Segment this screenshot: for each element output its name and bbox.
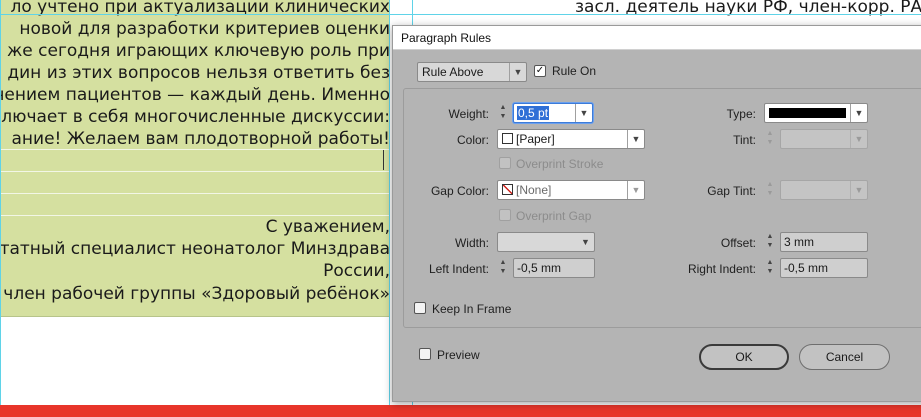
frame-edge <box>0 316 390 317</box>
body-text-line: ание! Желаем вам плодотворной работы! <box>11 129 390 149</box>
dialog-titlebar[interactable]: Paragraph Rules <box>393 26 921 50</box>
offset-value: 3 mm <box>784 235 814 249</box>
color-label: Color: <box>456 133 489 147</box>
body-text-line: ечением пациентов — каждый день. Именно <box>0 85 390 105</box>
paper-swatch-icon <box>502 133 513 144</box>
chevron-down-icon: ▼ <box>850 104 867 122</box>
none-swatch-icon <box>502 184 513 195</box>
guide-horizontal <box>0 14 921 15</box>
weight-input[interactable]: 0,5 pt ▼ <box>513 103 593 123</box>
tint-label: Tint: <box>733 133 756 147</box>
left-indent-input[interactable]: -0,5 mm <box>513 258 595 278</box>
gap-tint-stepper: ▲ ▼ ▼ <box>762 180 868 200</box>
stroke-type-select[interactable]: ▼ <box>764 103 868 123</box>
cancel-button[interactable]: Cancel <box>799 344 890 370</box>
width-label: Width: <box>454 236 489 250</box>
body-text-line: ключает в себя многочисленные дискуссии: <box>0 107 390 127</box>
solid-stroke-swatch <box>769 108 846 118</box>
width-select[interactable]: ▼ <box>497 232 595 252</box>
body-text-line: же сегодня играющих ключевую роль при <box>6 41 390 61</box>
stepper-arrows-icon[interactable]: ▲ ▼ <box>762 232 778 252</box>
chevron-down-icon: ▼ <box>850 130 867 148</box>
weight-value: 0,5 pt <box>517 106 550 120</box>
signature-line: член рабочей группы «Здоровый ребёнок» <box>3 284 390 304</box>
tint-input: ▼ <box>780 129 868 149</box>
color-select[interactable]: [Paper] ▼ <box>497 129 645 149</box>
chevron-down-icon: ▼ <box>581 237 590 247</box>
stepper-arrows-icon[interactable]: ▲ ▼ <box>495 103 511 123</box>
type-label: Type: <box>726 107 756 121</box>
gap-tint-input: ▼ <box>780 180 868 200</box>
guide-vertical <box>389 0 390 417</box>
weight-stepper[interactable]: ▲ ▼ 0,5 pt ▼ <box>495 103 595 123</box>
frame-rule <box>0 171 390 172</box>
stepper-arrows-icon[interactable]: ▲ ▼ <box>762 258 778 278</box>
body-text-line: ло учтено при актуализации клинических <box>10 0 391 17</box>
overprint-gap-label: Overprint Gap <box>516 209 592 223</box>
gap-color-value: [None] <box>516 183 552 197</box>
overprint-gap-checkbox <box>499 209 511 221</box>
offset-input[interactable]: 3 mm <box>780 232 868 252</box>
stepper-arrows-icon: ▲ ▼ <box>766 181 774 197</box>
right-indent-value: -0,5 mm <box>784 261 829 275</box>
stepper-arrows-icon: ▲ ▼ <box>766 130 774 146</box>
text-cursor <box>383 150 384 170</box>
left-indent-stepper[interactable]: ▲ ▼ -0,5 mm <box>495 258 597 278</box>
signature-line: штатный специалист неонатолог Минздрава <box>0 239 390 259</box>
chevron-down-icon: ▼ <box>850 181 867 199</box>
checkmark-icon: ✓ <box>535 65 545 76</box>
body-text-line: новой для разработки критериев оценки <box>19 19 390 39</box>
body-text-line: дин из этих вопросов нельзя ответить без <box>7 63 390 83</box>
guide-vertical <box>0 0 1 417</box>
preview-checkbox[interactable] <box>419 348 431 360</box>
chevron-down-icon: ▼ <box>627 130 644 148</box>
overprint-stroke-checkbox <box>499 157 511 169</box>
tint-stepper: ▲ ▼ ▼ <box>762 129 868 149</box>
rule-type-select[interactable]: Rule Above ▼ <box>417 62 527 82</box>
right-indent-stepper[interactable]: ▲ ▼ -0,5 mm <box>762 258 868 278</box>
left-indent-value: -0,5 mm <box>517 261 562 275</box>
right-indent-input[interactable]: -0,5 mm <box>780 258 868 278</box>
paragraph-rules-dialog[interactable]: Paragraph Rules Rule Above ▼ ✓ Rule On W… <box>392 25 921 402</box>
rule-type-value: Rule Above <box>422 65 484 79</box>
chevron-down-icon[interactable]: ▼ <box>575 104 592 122</box>
keep-in-frame-checkbox[interactable] <box>414 302 426 314</box>
page-bleed-bar <box>0 405 921 417</box>
gap-color-label: Gap Color: <box>430 184 489 198</box>
gap-tint-label: Gap Tint: <box>707 184 756 198</box>
rule-on-checkbox[interactable]: ✓ <box>534 65 546 77</box>
color-value: [Paper] <box>516 132 555 146</box>
gap-color-select[interactable]: [None] ▼ <box>497 180 645 200</box>
weight-label: Weight: <box>448 107 489 121</box>
frame-rule <box>0 193 390 194</box>
overprint-stroke-label: Overprint Stroke <box>516 157 604 171</box>
signature-line: С уважением, <box>265 217 390 237</box>
right-indent-label: Right Indent: <box>687 262 756 276</box>
signature-line: России, <box>323 261 390 281</box>
dialog-title: Paragraph Rules <box>401 31 492 45</box>
rule-settings-group <box>403 88 921 328</box>
rule-on-label: Rule On <box>552 64 597 78</box>
chevron-down-icon: ▼ <box>627 181 644 199</box>
offset-label: Offset: <box>720 236 756 250</box>
ok-button[interactable]: OK <box>699 344 789 370</box>
chevron-down-icon: ▼ <box>509 63 526 81</box>
right-column-text: засл. деятель науки РФ, член-корр. РАН <box>575 0 921 17</box>
left-indent-label: Left Indent: <box>428 262 489 276</box>
preview-label: Preview <box>437 348 480 362</box>
stepper-arrows-icon[interactable]: ▲ ▼ <box>495 258 511 278</box>
keep-in-frame-label: Keep In Frame <box>432 302 512 316</box>
offset-stepper[interactable]: ▲ ▼ 3 mm <box>762 232 868 252</box>
